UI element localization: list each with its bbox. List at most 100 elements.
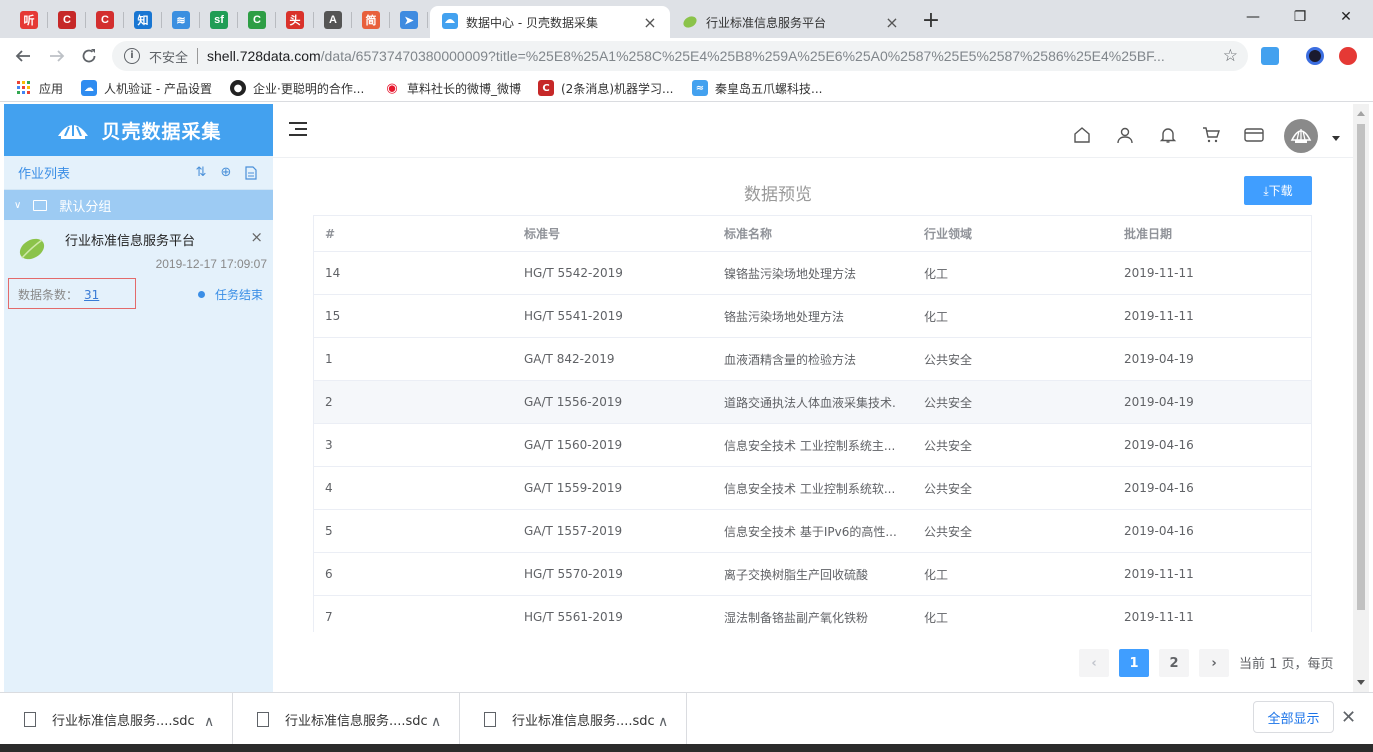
bookmark-apps[interactable]: 应用 [16,78,63,98]
table-cell: 化工 [924,309,949,324]
table-cell: GA/T 1560-2019 [524,438,623,452]
maximize-button[interactable]: ❐ [1277,2,1323,32]
table-row[interactable]: 4 GA/T 1559-2019 信息安全技术 工业控制系统软... 公共安全 2019… [314,467,1311,510]
table-row[interactable]: 5 GA/T 1557-2019 信息安全技术 基于IPv6的高性... 公共安全 20… [314,510,1311,553]
bookmark-captcha[interactable]: ☁ 人机验证 - 产品设置 [81,78,212,98]
table-row[interactable]: 15 HG/T 5541-2019 铬盐污染场地处理方法 化工 2019-11-11 [314,295,1311,338]
pinned-tab[interactable]: ➤ [390,6,428,34]
table-cell: 化工 [924,266,949,281]
prev-page-button[interactable]: ‹ [1079,649,1109,677]
tab-data-center[interactable]: 数据中心 - 贝壳数据采集 × [430,6,670,38]
group-default[interactable]: ∨ 默认分组 [4,190,273,220]
page-2-button[interactable]: 2 [1159,649,1189,677]
brand-header[interactable]: 贝壳数据采集 [4,104,273,156]
c-red-icon: C [58,11,76,29]
table-header-row: # 标准号 标准名称 行业领域 批准日期 [314,216,1311,252]
avatar[interactable] [1284,119,1318,153]
sort-icon[interactable]: ⇅ [193,165,209,181]
user-icon[interactable] [1114,124,1136,146]
back-button[interactable] [10,43,36,69]
tab-standards-platform[interactable]: 行业标准信息服务平台 × [670,6,912,38]
table-cell: 2019-04-19 [1124,352,1194,366]
download-item[interactable]: 行业标准信息服务....sdc ∧ [460,693,687,745]
table-cell: GA/T 842-2019 [524,352,615,366]
bookmark-github[interactable]: ● 企业·更聪明的合作... [230,78,364,98]
pinned-tab[interactable]: C [48,6,86,34]
chevron-up-icon[interactable]: ∧ [204,714,214,730]
table-cell: 6 [325,567,333,581]
arrow-right-icon [50,50,65,62]
scroll-down-icon[interactable] [1357,680,1365,685]
download-filename: 行业标准信息服务....sdc [512,713,655,729]
shell-logo-icon [58,124,89,139]
data-count-link[interactable]: 31 [84,288,99,302]
security-label: 不安全 [149,50,189,66]
menu-toggle-icon[interactable] [289,122,307,138]
pinned-tab[interactable]: A [314,6,352,34]
bookmark-csdn[interactable]: C (2条消息)机器学习... [538,78,673,98]
next-page-button[interactable]: › [1199,649,1229,677]
table-cell: 7 [325,610,333,624]
forward-button[interactable] [44,43,70,69]
page-1-button[interactable]: 1 [1119,649,1149,677]
column-header[interactable]: 标准号 [524,216,714,251]
window-close-button[interactable]: ✕ [1323,2,1369,32]
apps-grid-icon [16,80,32,96]
bell-icon[interactable] [1157,124,1179,146]
table-row[interactable]: 14 HG/T 5542-2019 镍铬盐污染场地处理方法 化工 2019-11-11 [314,252,1311,295]
address-bar[interactable]: i 不安全 shell.728data.com /data/6573747038… [112,41,1248,71]
column-header[interactable]: 批准日期 [1124,216,1304,251]
minimize-button[interactable]: — [1230,2,1276,32]
pinned-tab[interactable]: ≋ [162,6,200,34]
scroll-thumb[interactable] [1357,124,1365,610]
table-row[interactable]: 7 HG/T 5561-2019 湿法制备铬盐副产氧化铁粉 化工 2019-11-11 [314,596,1311,632]
table-row[interactable]: 3 GA/T 1560-2019 信息安全技术 工业控制系统主... 公共安全 2019… [314,424,1311,467]
add-circle-icon[interactable]: ⊕ [218,165,234,181]
shell-extension-icon[interactable] [1261,47,1279,65]
caret-down-icon[interactable] [1332,136,1340,141]
close-shelf-icon[interactable]: ✕ [1341,707,1356,728]
download-item[interactable]: 行业标准信息服务....sdc ∧ [0,693,233,745]
scroll-up-icon[interactable] [1357,111,1365,116]
info-icon[interactable]: i [124,48,140,64]
tab-close-icon[interactable]: × [642,13,658,32]
task-item[interactable]: 行业标准信息服务平台 × 2019-12-17 17:09:07 数据条数： 31… [4,220,273,310]
pinned-tab[interactable]: 简 [352,6,390,34]
pinned-tab[interactable]: C [238,6,276,34]
download-item[interactable]: 行业标准信息服务....sdc ∧ [233,693,460,745]
document-icon[interactable] [243,165,259,181]
new-tab-button[interactable]: + [918,7,944,33]
chevron-up-icon[interactable]: ∧ [658,714,668,730]
pinned-tab[interactable]: 头 [276,6,314,34]
download-button[interactable]: ⤓下载 [1244,176,1312,205]
pinned-tab[interactable]: 听 [10,6,48,34]
table-cell: 信息安全技术 基于IPv6的高性... [724,524,897,539]
table-row[interactable]: 6 HG/T 5570-2019 离子交换树脂生产回收硫酸 化工 2019-11-11 [314,553,1311,596]
tab-close-icon[interactable]: × [884,13,900,32]
home-icon[interactable] [1071,124,1093,146]
reload-button[interactable] [76,43,102,69]
camera-extension-icon[interactable] [1306,47,1324,65]
column-header[interactable]: # [325,216,515,251]
pinned-tab[interactable]: C [86,6,124,34]
table-row[interactable]: 1 GA/T 842-2019 血液酒精含量的检验方法 公共安全 2019-04-19 [314,338,1311,381]
bookmark-weibo[interactable]: ◉ 草料社长的微博_微博 [384,78,521,98]
page-scrollbar[interactable] [1353,104,1369,692]
profile-update-icon[interactable] [1339,47,1357,65]
pinned-tab[interactable]: 知 [124,6,162,34]
card-icon[interactable] [1243,124,1265,146]
table-cell: 2019-04-16 [1124,524,1194,538]
column-header[interactable]: 行业领域 [924,216,1114,251]
cart-icon[interactable] [1200,124,1222,146]
pagination-info: 当前 1 页，每页 [1239,657,1334,672]
bookmark-qinhuangdao[interactable]: ≈ 秦皇岛五爪螺科技... [692,78,822,98]
column-header[interactable]: 标准名称 [724,216,900,251]
table-row[interactable]: 2 GA/T 1556-2019 道路交通执法人体血液采集技术. 公共安全 2019-0… [314,381,1311,424]
task-close-icon[interactable]: × [250,228,263,246]
chevron-up-icon[interactable]: ∧ [431,714,441,730]
bookmark-label: 草料社长的微博_微博 [407,81,522,96]
joblist-header: 作业列表 ⇅ ⊕ [4,156,273,190]
pinned-tab[interactable]: sf [200,6,238,34]
bookmark-star-icon[interactable]: ☆ [1223,46,1238,66]
show-all-downloads-button[interactable]: 全部显示 [1253,701,1334,733]
